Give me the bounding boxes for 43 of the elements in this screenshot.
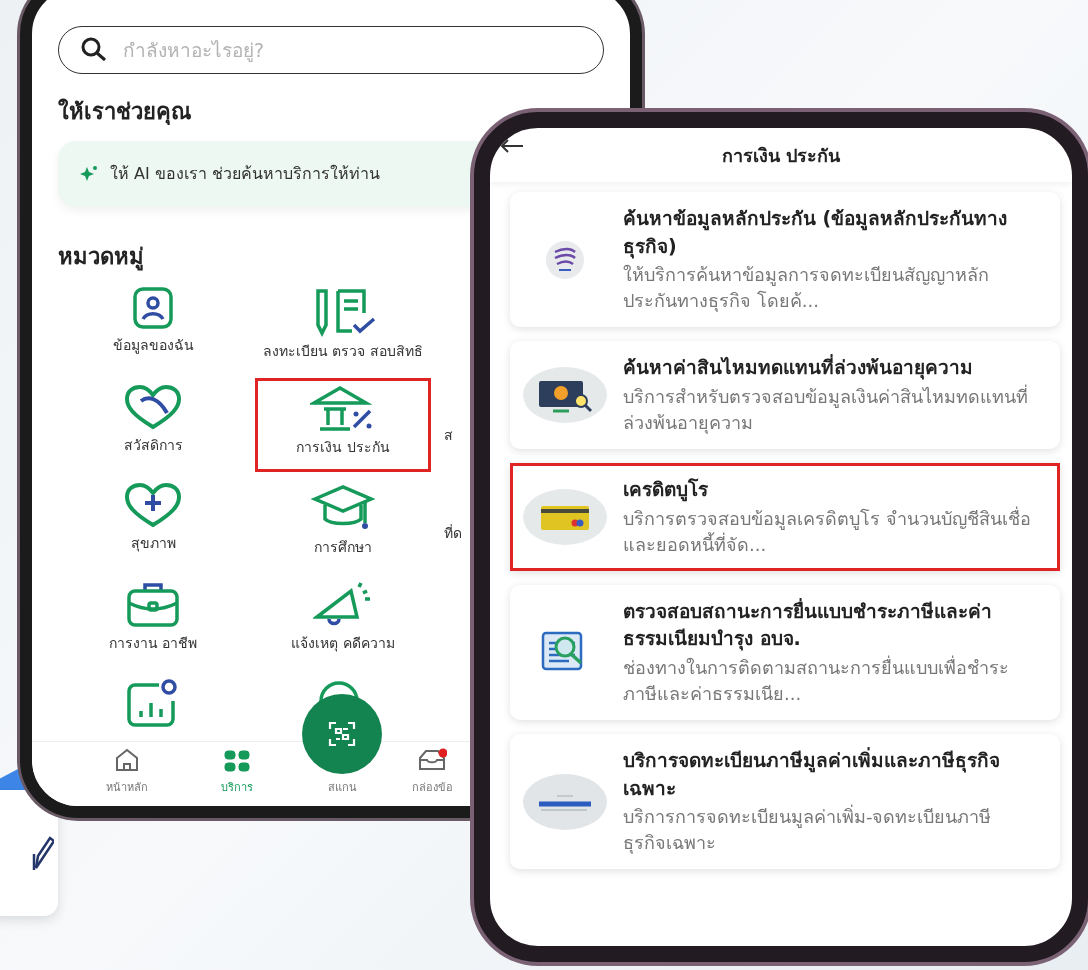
credit-card-icon xyxy=(523,488,607,545)
ai-banner-text: ให้ AI ของเรา ช่วยค้นหาบริการให้ท่าน xyxy=(110,162,381,185)
category-item[interactable]: ลงทะเบียน ตรวจ สอบสิทธิ xyxy=(248,280,438,374)
heart-plus-icon xyxy=(123,483,183,529)
sparkle-icon xyxy=(80,165,98,183)
category-item[interactable]: การศึกษา xyxy=(248,476,438,570)
category-label[interactable]: ที่ด xyxy=(444,522,462,544)
service-description: บริการตรวจสอบข้อมูลเครดิตบูโร จำนวนบัญชีสินเชื่อ และยอดหนี้ที่จัด... xyxy=(623,505,1032,557)
service-title: เครดิตบูโร xyxy=(623,477,709,504)
service-description: ให้บริการค้นหาข้อมูลการจดทะเบียนสัญญาหลักประกันทางธุรกิจ โดยค้... xyxy=(623,263,990,314)
back-arrow-icon xyxy=(500,138,524,154)
section-heading: หมวดหมู่ xyxy=(58,243,144,273)
nav-tab[interactable]: บริการ xyxy=(221,750,253,806)
service-card[interactable]: ค้นหาค่าสินไหมทดแทนที่ล่วงพ้นอายุความ บริการสำหรับตรวจสอบข้อมูลเงินค่าสินไหมทดแทนที่ล่วงพ้นอายุความ xyxy=(510,341,1060,449)
nav-tab[interactable]: หน้าหลัก xyxy=(106,748,148,806)
service-description: บริการสำหรับตรวจสอบข้อมูลเงินค่าสินไหมทดแทนที่ล่วงพ้นอายุความ xyxy=(623,383,1029,436)
service-description: ช่องทางในการติดตามสถานะการยื่นแบบเพื่อชำระภาษีและค่าธรรมเนีย... xyxy=(623,654,1010,706)
category-item[interactable]: การงาน อาชีพ xyxy=(58,574,248,668)
emblem-icon xyxy=(545,239,585,280)
category-item[interactable]: สุขภาพ xyxy=(58,476,248,570)
monitor-magnifier-icon xyxy=(523,367,607,424)
pencil-icon xyxy=(32,834,54,872)
category-item[interactable]: ข้อมูลของฉัน xyxy=(58,280,248,374)
screen-title: การเงิน ประกัน xyxy=(721,143,841,168)
heart-handshake-icon xyxy=(123,385,183,431)
category-item[interactable]: แจ้งเหตุ คดีความ xyxy=(248,574,438,668)
grid-icon xyxy=(224,750,250,772)
highlighted-service-card[interactable]: เครดิตบูโร บริการตรวจสอบข้อมูลเครดิตบูโร จำนวนบัญชีสินเชื่อ และยอดหนี้ที่จัด... xyxy=(510,463,1060,571)
search-icon xyxy=(81,37,107,63)
category-item[interactable]: สวัสดิการ xyxy=(58,378,248,472)
search-input[interactable]: กำลังหาอะไรอยู่? xyxy=(121,38,581,62)
service-title: ค้นหาค่าสินไหมทดแทนที่ล่วงพ้นอายุความ xyxy=(623,354,974,382)
service-title: ค้นหาข้อมูลหลักประกัน (ข้อมูลหลักประกันทางธุรกิจ) xyxy=(623,206,1009,261)
service-description: บริการการจดทะเบียนมูลค่าเพิ่ม-จดทะเบียนภาษีธุรกิจเฉพาะ xyxy=(623,804,993,856)
service-title: บริการจดทะเบียนภาษีมูลค่าเพิ่มและภาษีธุรกิจเฉพาะ xyxy=(623,747,1001,801)
section-heading: ให้เราช่วยคุณ xyxy=(58,97,191,127)
tax-logo-icon xyxy=(523,773,607,830)
inbox-icon xyxy=(417,748,447,772)
service-title: ตรวจสอบสถานะการยื่นแบบชำระภาษีและค่าธรรมเนียมบำรุง อบจ. xyxy=(623,597,993,653)
category-label[interactable]: ส xyxy=(444,424,453,446)
highlighted-category[interactable]: การเงิน ประกัน xyxy=(255,378,431,472)
nav-tab[interactable]: กล่องข้อ xyxy=(411,748,453,806)
home-icon xyxy=(114,748,140,772)
